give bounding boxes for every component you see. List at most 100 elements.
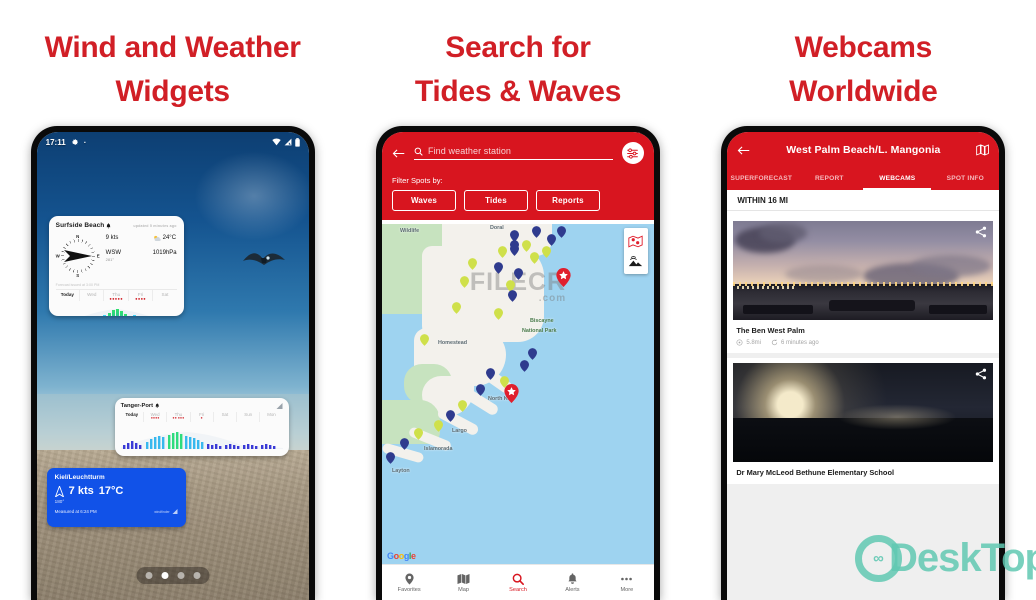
bell-icon: [568, 572, 577, 584]
map-pin-blue[interactable]: [509, 244, 519, 256]
day-column: Sat: [153, 290, 176, 301]
nav-item-map[interactable]: Map: [436, 573, 490, 593]
section-title-within: WITHIN 16 MI: [727, 190, 1000, 211]
nav-item-favorites[interactable]: Favorites: [382, 573, 436, 593]
map-pin-blue[interactable]: [507, 290, 517, 302]
map-icon[interactable]: [976, 144, 990, 156]
map-pin-blue[interactable]: [485, 368, 495, 380]
day-alert-dots: ●: [200, 416, 203, 420]
map-pin-blue[interactable]: [556, 226, 566, 238]
weather-widget-kiel-leuchtturm[interactable]: Kiel/Leuchtturm 7 kts 17°C 180° Measured…: [46, 468, 186, 527]
pager-dot[interactable]: [145, 572, 153, 579]
widget-1-title: Surfside Beach: [55, 222, 105, 229]
map-label: Biscayne: [529, 318, 554, 324]
map-pin-blue[interactable]: [399, 438, 409, 450]
map-pin-yellow[interactable]: [459, 276, 469, 288]
day-alert-dots: ●●●●: [150, 416, 160, 420]
widget-3-degrees: 180°: [54, 499, 65, 504]
weather-widget-tanger-port[interactable]: Tanger-Port Today Wed ●●●● Thu ●● ●●● Fri ●…: [114, 398, 289, 456]
updated-value: 6 minutes ago: [780, 339, 819, 346]
bell-icon: [155, 403, 160, 409]
map-pin-blue[interactable]: [513, 268, 523, 280]
nav-label: Alerts: [565, 586, 580, 593]
dock-shape: [929, 305, 988, 314]
gear-icon: [71, 139, 78, 145]
map-pin-blue[interactable]: [519, 360, 529, 372]
filter-chip-tides[interactable]: Tides: [463, 190, 528, 211]
map-pin-yellow[interactable]: [433, 420, 443, 432]
map-pin-blue[interactable]: [493, 262, 503, 274]
nav-item-search[interactable]: Search: [491, 573, 545, 593]
map-layer-controls[interactable]: [623, 228, 648, 274]
map-pin-yellow[interactable]: [521, 240, 531, 252]
light-glow: [837, 404, 958, 431]
share-icon[interactable]: [975, 226, 987, 238]
day-column: Thu ●● ●●●: [167, 412, 191, 422]
spots-map[interactable]: FILECR .com Wildlife Doral Biscayne Nati…: [381, 224, 654, 564]
map-pin-blue[interactable]: [385, 452, 395, 464]
google-logo: Google: [386, 551, 416, 561]
map-pin-yellow[interactable]: [541, 246, 551, 258]
tab-spot-info[interactable]: SPOT INFO: [931, 168, 999, 190]
tab-superforecast[interactable]: SUPERFORECAST: [727, 168, 795, 190]
map-pin-blue[interactable]: [475, 384, 485, 396]
nav-label: Search: [509, 586, 527, 593]
webcam-card[interactable]: Dr Mary McLeod Bethune Elementary School: [727, 358, 1000, 484]
weather-widget-surfside-beach[interactable]: Surfside Beach updated 5 minutes ago N E…: [48, 216, 184, 316]
day-alert-dots: ●●●●: [135, 296, 147, 301]
map-pin-yellow[interactable]: [493, 308, 503, 320]
day-column: Sat: [214, 412, 238, 422]
map-layer-button-waves[interactable]: [627, 252, 645, 270]
beach-wallpaper: [36, 132, 309, 600]
webcam-card[interactable]: The Ben West Palm 5.8mi 6 minutes ago: [727, 216, 1000, 353]
search-placeholder: Find weather station: [427, 146, 512, 156]
filter-chip-reports[interactable]: Reports: [535, 190, 600, 211]
map-pin-yellow[interactable]: [413, 428, 423, 440]
map-pin-yellow[interactable]: [497, 246, 507, 258]
nav-item-more[interactable]: More: [600, 573, 654, 593]
widget-3-brand: windfinder: [154, 509, 178, 514]
day-column: Wed: [80, 290, 105, 301]
pressure-value: 1019hPa: [152, 250, 177, 257]
pager-dot[interactable]: [177, 572, 185, 579]
map-label: Doral: [489, 225, 504, 231]
pager-dot-active[interactable]: [161, 572, 169, 579]
map-pin-yellow[interactable]: [467, 258, 477, 270]
phone-3-screen: West Palm Beach/L. Mangonia SUPERFORECAS…: [727, 132, 1000, 600]
tab-webcams[interactable]: WEBCAMS: [863, 168, 932, 190]
webcam-photo-night: [733, 363, 994, 462]
nav-item-alerts[interactable]: Alerts: [545, 572, 599, 593]
back-arrow-icon[interactable]: [392, 148, 405, 159]
map-pin-selected-star[interactable]: [556, 268, 571, 287]
waves-layer-icon: [629, 255, 643, 266]
tab-report[interactable]: REPORT: [795, 168, 863, 190]
filter-sliders-button[interactable]: [621, 142, 644, 164]
panel-2-heading: Search for Tides & Waves: [345, 26, 690, 113]
webcam-thumbnail[interactable]: [733, 363, 994, 462]
map-layer-button-spots[interactable]: [627, 232, 645, 250]
search-input[interactable]: Find weather station: [413, 146, 613, 160]
widget-1-day-headers: Today Wed Thu ●●●●● Fri ●●●● Sat: [55, 289, 177, 301]
day-label: Today: [125, 412, 139, 417]
back-arrow-icon[interactable]: [737, 145, 750, 156]
pager-dot[interactable]: [193, 572, 201, 579]
map-pin-blue[interactable]: [546, 234, 556, 246]
home-screen-pager[interactable]: [136, 567, 210, 584]
map-pin-yellow[interactable]: [529, 252, 539, 264]
map-pin-blue[interactable]: [527, 348, 537, 360]
map-pin-yellow[interactable]: [457, 400, 467, 412]
day-column: Mon: [260, 412, 282, 422]
temperature-value: 24°C: [162, 235, 177, 241]
webcam-list[interactable]: The Ben West Palm 5.8mi 6 minutes ago Dr…: [727, 216, 1000, 600]
webcam-info: Dr Mary McLeod Bethune Elementary School: [733, 462, 993, 484]
filter-label: Filter Spots by:: [391, 176, 443, 185]
map-pin-yellow[interactable]: [419, 334, 429, 346]
map-pin-selected-star[interactable]: [504, 384, 519, 403]
filter-chip-waves[interactable]: Waves: [391, 190, 456, 211]
webcam-thumbnail[interactable]: [733, 221, 994, 320]
map-pin-yellow[interactable]: [451, 302, 461, 314]
day-alert-dots: ●●●●●: [109, 296, 123, 301]
map-pin-blue[interactable]: [531, 226, 541, 238]
share-icon[interactable]: [975, 368, 987, 380]
map-pin-blue[interactable]: [445, 410, 455, 422]
